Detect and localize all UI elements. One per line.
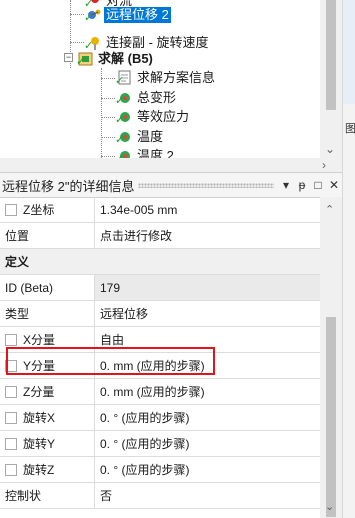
parameter-checkbox[interactable] <box>5 203 17 216</box>
parameter-checkbox[interactable] <box>5 385 17 398</box>
joint-velocity-icon: ✓ <box>84 35 102 52</box>
details-scroll-thumb[interactable] <box>326 317 336 517</box>
details-row-rotation-z[interactable]: 旋转Z 0. ° (应用的步骤) <box>0 457 320 483</box>
parameter-checkbox[interactable] <box>5 411 17 424</box>
details-vertical-scrollbar[interactable]: ⌃ ⌄ <box>320 197 342 518</box>
scroll-up-icon[interactable]: ⌃ <box>325 203 334 216</box>
parameter-checkbox[interactable] <box>5 437 17 450</box>
pin-icon[interactable]: ᵽ <box>294 178 310 192</box>
remote-displacement-icon: ✓ <box>84 7 102 24</box>
solution-info-icon: ✓ <box>115 70 133 87</box>
dropdown-icon[interactable]: ▾ <box>278 178 294 192</box>
parameter-checkbox[interactable] <box>5 333 17 346</box>
details-row-id: ID (Beta) 179 <box>0 275 320 301</box>
outline-tree: − ✓ 对流 ✓ 远程位移 2 ✓ 连接副 - 旋转速度 ✓ 求解 (B5) ✓ <box>0 0 320 158</box>
details-row-x-component[interactable]: X分量 自由 <box>0 327 320 353</box>
tree-scroll-thumb[interactable] <box>326 0 336 110</box>
tree-item-solution-info[interactable]: ✓ 求解方案信息 <box>115 69 217 87</box>
scroll-down-icon[interactable]: ⌄ <box>325 500 334 513</box>
details-row-behavior[interactable]: 控制状 否 <box>0 483 320 509</box>
tree-vertical-scrollbar[interactable]: ⌄ <box>320 0 342 158</box>
tree-horizontal-scrollbar[interactable]: › <box>0 158 342 172</box>
close-icon[interactable]: ✕ <box>326 178 342 192</box>
graphics-edge: 图 <box>342 0 355 518</box>
tree-item-total-deformation[interactable]: ✓ 总变形 <box>115 89 178 107</box>
details-row-rotation-x[interactable]: 旋转X 0. ° (应用的步骤) <box>0 405 320 431</box>
edge-tab-label: 图 <box>345 123 355 135</box>
details-row-y-component[interactable]: Y分量 0. mm (应用的步骤) <box>0 353 320 379</box>
scroll-down-icon[interactable]: ⌄ <box>325 142 335 156</box>
tree-item-remote-displacement-2[interactable]: ✓ 远程位移 2 <box>84 6 171 24</box>
scroll-right-icon[interactable]: › <box>322 158 326 172</box>
parameter-checkbox[interactable] <box>5 359 17 372</box>
tree-item-solution-b5[interactable]: ✓ 求解 (B5) <box>76 50 155 68</box>
details-title: 远程位移 2"的详细信息 <box>2 178 135 194</box>
solution-icon: ✓ <box>76 51 94 68</box>
details-row-rotation-y[interactable]: 旋转Y 0. ° (应用的步骤) <box>0 431 320 457</box>
maximize-icon[interactable]: □ <box>310 178 326 192</box>
temperature-icon: ✓ <box>115 148 133 158</box>
details-header: 远程位移 2"的详细信息 ▾ ᵽ □ ✕ <box>0 172 342 198</box>
equivalent-stress-icon: ✓ <box>115 109 133 126</box>
details-row-type[interactable]: 类型 远程位移 <box>0 301 320 327</box>
details-row-z-component[interactable]: Z分量 0. mm (应用的步骤) <box>0 379 320 405</box>
grip-dots[interactable] <box>138 182 274 188</box>
graphics-area <box>343 0 355 104</box>
tree-item-temperature[interactable]: ✓ 温度 <box>115 128 165 146</box>
temperature-icon: ✓ <box>115 129 133 146</box>
tree-item-equivalent-stress[interactable]: ✓ 等效应力 <box>115 108 191 126</box>
details-grid: Z坐标 1.34e-005 mm 位置 点击进行修改 定义 ID (Beta) … <box>0 197 320 509</box>
parameter-checkbox[interactable] <box>5 463 17 476</box>
details-row-z-coordinate[interactable]: Z坐标 1.34e-005 mm <box>0 197 320 223</box>
tree-item-temperature-2[interactable]: ✓ 温度 2 <box>115 147 176 158</box>
collapse-expander[interactable]: − <box>64 53 73 62</box>
details-section-definition[interactable]: 定义 <box>0 249 320 275</box>
details-row-location[interactable]: 位置 点击进行修改 <box>0 223 320 249</box>
total-deformation-icon: ✓ <box>115 90 133 107</box>
